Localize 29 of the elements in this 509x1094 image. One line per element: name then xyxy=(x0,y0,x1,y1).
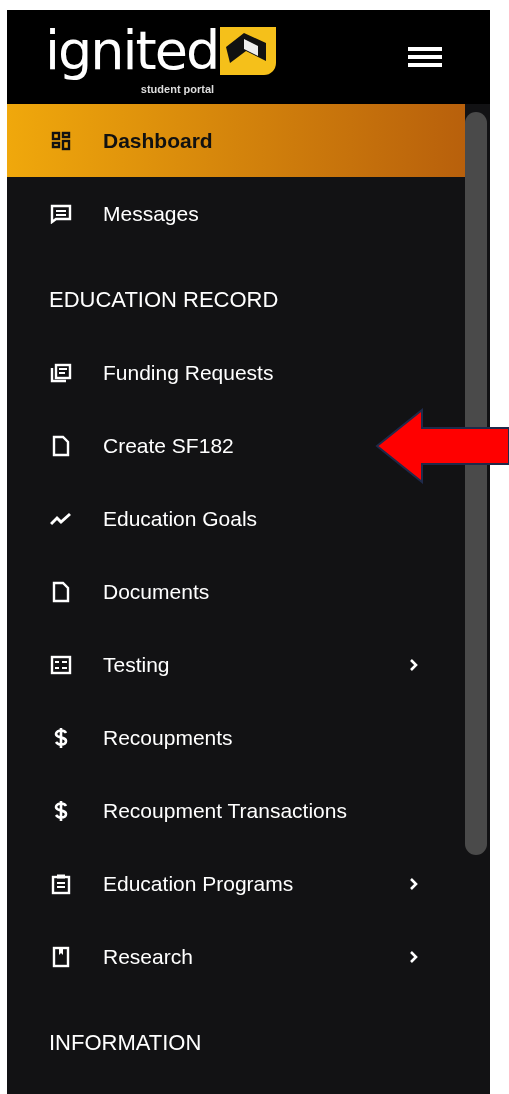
nav-item[interactable]: Dashboard xyxy=(7,104,465,177)
logo-subtitle: student portal xyxy=(140,83,215,95)
chat-icon xyxy=(50,203,72,224)
list-card-icon xyxy=(50,654,72,675)
nav-item[interactable]: Recoupment Transactions xyxy=(7,774,413,847)
stacked-pages-icon xyxy=(50,362,72,383)
document-icon xyxy=(52,434,70,457)
clipboard-icon xyxy=(51,872,71,895)
section-heading: EDUCATION RECORD xyxy=(49,287,279,313)
bookmark-book-icon xyxy=(52,945,70,968)
nav-item[interactable]: Funding Requests xyxy=(7,336,340,409)
nav-item[interactable]: Education Goals xyxy=(7,482,324,555)
dollar-icon xyxy=(54,799,68,822)
section-heading: INFORMATION xyxy=(49,1030,202,1056)
scrollbar-thumb[interactable] xyxy=(465,112,487,855)
nav-item[interactable]: Messages xyxy=(7,177,265,250)
nav-item[interactable]: Research xyxy=(7,920,465,993)
trend-line-icon xyxy=(50,511,72,526)
menu-button[interactable] xyxy=(408,47,442,67)
dollar-icon xyxy=(54,726,68,749)
logo-mark-icon xyxy=(220,27,277,75)
nav-item[interactable]: Recoupments xyxy=(7,701,299,774)
nav-item[interactable]: Documents xyxy=(7,555,276,628)
document-icon xyxy=(52,580,70,603)
logo-text: ignited xyxy=(45,19,219,83)
nav-item[interactable]: Create SF182 xyxy=(7,409,300,482)
grid-icon xyxy=(51,130,71,151)
nav-item[interactable]: Testing xyxy=(7,628,465,701)
nav-item[interactable]: Education Programs xyxy=(7,847,465,920)
